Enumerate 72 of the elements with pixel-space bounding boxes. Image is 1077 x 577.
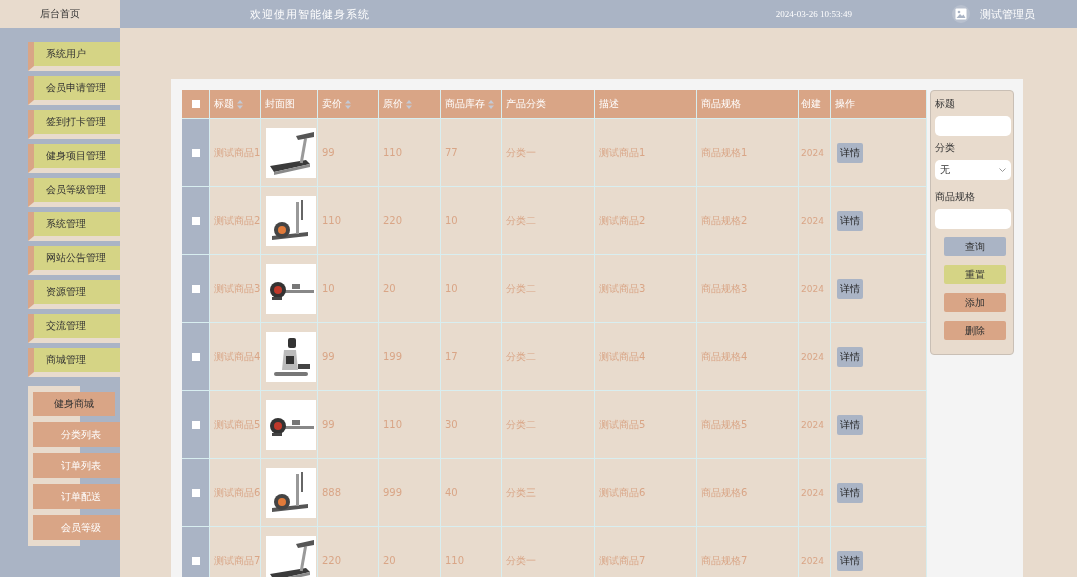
table-cell: 17 [441,323,502,391]
sidebar-item[interactable]: 系统用户 [28,42,120,71]
detail-button[interactable]: 详情 [837,414,863,435]
reset-button[interactable]: 重置 [944,265,1006,284]
sidebar-item[interactable]: 会员申请管理 [28,76,120,105]
table-cell: 10 [441,255,502,323]
sidebar-item[interactable]: 会员等级管理 [28,178,120,207]
table-cell: 2024 [799,527,831,577]
checkbox[interactable] [191,420,200,429]
detail-button[interactable]: 详情 [837,278,863,299]
avatar-icon[interactable] [952,5,970,23]
table-cell: 40 [441,459,502,527]
submenu-title[interactable]: 健身商城 [33,392,115,416]
detail-button[interactable]: 详情 [837,210,863,231]
checkbox[interactable] [191,284,200,293]
sidebar-item[interactable]: 健身项目管理 [28,144,120,173]
table-cell: 220 [318,527,379,577]
table-cell: 20 [379,255,441,323]
sort-icon[interactable] [237,99,243,109]
input-field[interactable] [935,209,1011,229]
chevron-down-icon[interactable] [999,168,1006,172]
sidebar-item[interactable]: 商城管理 [28,348,120,377]
site-title: 欢迎使用智能健身系统 [250,6,370,22]
sort-icon[interactable] [488,99,494,109]
checkbox[interactable] [191,352,200,361]
table-cell: 99 [318,119,379,187]
table-cell: 999 [379,459,441,527]
sidebar-item[interactable]: 签到打卡管理 [28,110,120,139]
sidebar-item[interactable]: 网站公告管理 [28,246,120,275]
detail-button[interactable]: 详情 [837,346,863,367]
table-cell: 2024 [799,119,831,187]
table-cell: 110 [318,187,379,255]
field-label: 商品规格 [935,190,975,204]
input-field[interactable] [935,116,1011,136]
add-button[interactable]: 添加 [944,293,1006,312]
table-cell: 99 [318,391,379,459]
table-cell: 2024 [799,391,831,459]
field-label: 分类 [935,141,955,155]
sidebar-item[interactable]: 交流管理 [28,314,120,343]
detail-button[interactable]: 详情 [837,550,863,571]
field-label: 标题 [935,97,955,111]
query-button[interactable]: 查询 [944,237,1006,256]
table-cell: 220 [379,187,441,255]
checkbox[interactable] [191,556,200,565]
sort-icon[interactable] [345,99,351,109]
delete-button[interactable]: 删除 [944,321,1006,340]
table-cell: 110 [379,119,441,187]
table-cell: 10 [441,187,502,255]
datetime: 2024-03-26 10:53:49 [775,9,852,19]
table-cell: 2024 [799,255,831,323]
table-cell: 10 [318,255,379,323]
table-cell: 110 [379,391,441,459]
sidebar-item[interactable]: 系统管理 [28,212,120,241]
detail-button[interactable]: 详情 [837,482,863,503]
detail-button[interactable]: 详情 [837,142,863,163]
checkbox[interactable] [191,216,200,225]
checkbox[interactable] [191,148,200,157]
sidebar-item[interactable]: 资源管理 [28,280,120,309]
table-cell: 30 [441,391,502,459]
table-cell: 2024 [799,187,831,255]
table-cell: 2024 [799,459,831,527]
checkbox[interactable] [191,100,200,108]
table-cell: 888 [318,459,379,527]
table-cell: 199 [379,323,441,391]
category-dropdown[interactable]: 无 [935,160,1011,180]
table-cell: 110 [441,527,502,577]
sort-icon[interactable] [406,99,412,109]
table-cell: 99 [318,323,379,391]
checkbox[interactable] [191,488,200,497]
table-cell: 2024 [799,323,831,391]
table-cell: 77 [441,119,502,187]
table-cell: 20 [379,527,441,577]
